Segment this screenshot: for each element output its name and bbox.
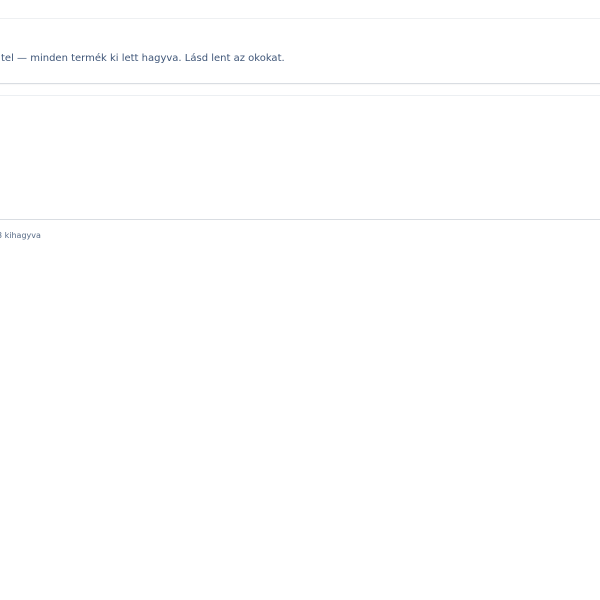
skipped-count-summary: 3 kihagyva [0, 231, 41, 240]
notice-message: tel — minden termék ki lett hagyva. Lásd… [1, 53, 285, 64]
import-result-page: tel — minden termék ki lett hagyva. Lásd… [0, 0, 600, 600]
skipped-items-panel [0, 95, 600, 220]
